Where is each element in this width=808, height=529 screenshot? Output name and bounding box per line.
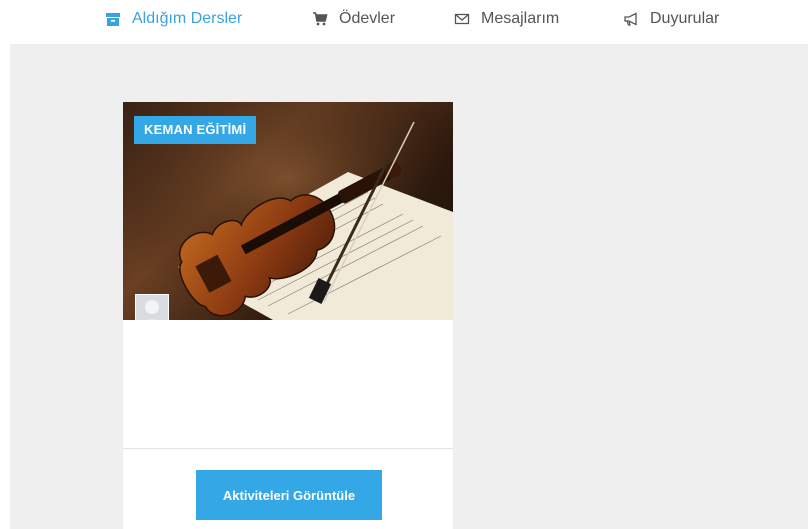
- tab-mesajlarim[interactable]: Mesajlarım: [453, 0, 559, 44]
- course-card: KEMAN EĞİTİMİ Aktiviteleri Görüntüle: [123, 102, 453, 529]
- archive-box-icon: [104, 10, 122, 28]
- tab-aldigim-dersler[interactable]: Aldığım Dersler: [104, 0, 243, 50]
- top-navigation: Aldığım Dersler Ödevler Mesajlarım Duyur…: [0, 0, 808, 50]
- main-content-area: KEMAN EĞİTİMİ Aktiviteleri Görüntüle: [10, 44, 808, 529]
- tab-label: Mesajlarım: [481, 10, 560, 27]
- tab-label: Aldığım Dersler: [132, 10, 243, 27]
- tab-odevler[interactable]: Ödevler: [311, 0, 395, 44]
- view-activities-button[interactable]: Aktiviteleri Görüntüle: [196, 470, 382, 520]
- course-image[interactable]: KEMAN EĞİTİMİ: [123, 102, 453, 320]
- tab-label: Ödevler: [339, 10, 396, 27]
- cart-icon: [311, 10, 329, 28]
- avatar[interactable]: [135, 294, 169, 320]
- megaphone-icon: [622, 10, 640, 28]
- tab-duyurular[interactable]: Duyurular: [622, 0, 719, 44]
- envelope-icon: [453, 10, 471, 28]
- card-divider: [123, 448, 453, 449]
- course-title-badge[interactable]: KEMAN EĞİTİMİ: [134, 116, 257, 144]
- tab-label: Duyurular: [650, 10, 720, 27]
- user-placeholder-icon: [145, 300, 159, 320]
